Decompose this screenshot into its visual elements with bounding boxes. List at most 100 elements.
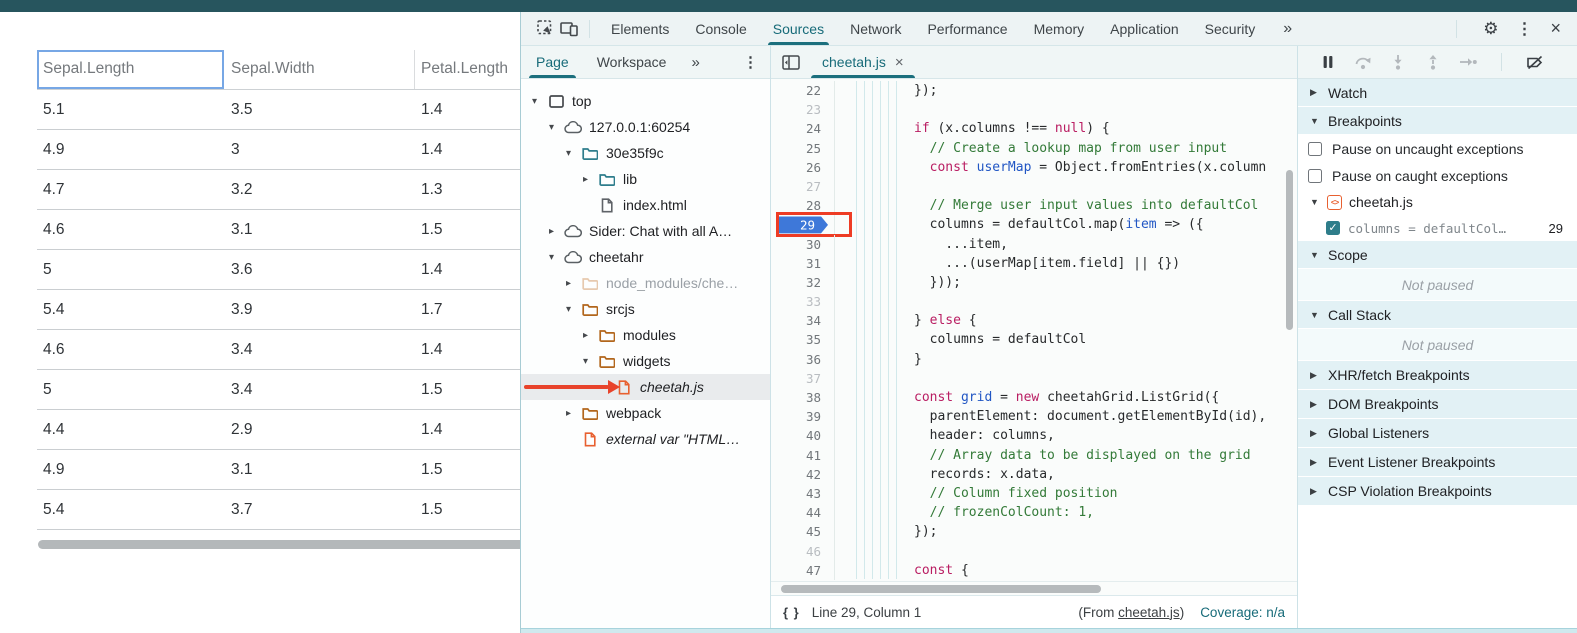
inspect-element-icon[interactable]: [533, 17, 557, 41]
tree-item-sider-chat-with-all-a[interactable]: ▸Sider: Chat with all A…: [521, 218, 770, 244]
pause-uncaught-row[interactable]: Pause on uncaught exceptions: [1298, 135, 1577, 162]
grid-cell[interactable]: 3.5: [225, 90, 415, 129]
step-icon[interactable]: [1458, 53, 1478, 71]
line-number[interactable]: 36: [771, 350, 835, 369]
line-number[interactable]: 46: [771, 542, 835, 561]
grid-cell[interactable]: 3.4: [225, 330, 415, 369]
checkbox-unchecked[interactable]: [1308, 142, 1322, 156]
tab-sources[interactable]: Sources: [760, 12, 837, 45]
execution-pointer-marker[interactable]: 29: [776, 216, 828, 233]
toggle-navigator-icon[interactable]: [779, 50, 803, 74]
expander-icon[interactable]: ▸: [580, 330, 591, 341]
step-into-icon[interactable]: [1388, 53, 1408, 71]
code-line-30[interactable]: 30 ...item,: [771, 235, 1297, 254]
grid-cell[interactable]: 5.4: [37, 290, 225, 329]
settings-gear-icon[interactable]: ⚙: [1483, 19, 1498, 39]
tree-item-127-0-0-1-60254[interactable]: ▾127.0.0.1:60254: [521, 114, 770, 140]
section-dom-breakpoints[interactable]: ▶DOM Breakpoints: [1298, 390, 1577, 419]
code-line-46[interactable]: 46: [771, 542, 1297, 561]
code-line-44[interactable]: 44 // frozenColCount: 1,: [771, 503, 1297, 522]
tree-item-top[interactable]: ▾top: [521, 88, 770, 114]
line-number[interactable]: 33: [771, 292, 835, 311]
line-number[interactable]: 29: [771, 215, 835, 234]
line-number[interactable]: 41: [771, 446, 835, 465]
code-line-32[interactable]: 32 }));: [771, 273, 1297, 292]
grid-cell[interactable]: 1.5: [415, 450, 520, 489]
grid-cell[interactable]: 1.3: [415, 170, 520, 209]
tab-performance[interactable]: Performance: [914, 12, 1020, 45]
tab-network[interactable]: Network: [837, 12, 914, 45]
step-over-icon[interactable]: [1353, 53, 1373, 71]
grid-cell[interactable]: 4.6: [37, 330, 225, 369]
code-line-42[interactable]: 42 records: x.data,: [771, 465, 1297, 484]
grid-header-sepal-length[interactable]: Sepal.Length: [37, 50, 225, 89]
grid-cell[interactable]: 1.5: [415, 210, 520, 249]
editor-horizontal-scrollbar[interactable]: [771, 581, 1297, 595]
code-line-25[interactable]: 25 // Create a lookup map from user inpu…: [771, 139, 1297, 158]
line-number[interactable]: 39: [771, 407, 835, 426]
breakpoint-entry[interactable]: ✓columns = defaultCol…29: [1298, 215, 1577, 241]
grid-cell[interactable]: 3.4: [225, 370, 415, 409]
breakpoint-file-group[interactable]: ▼<>cheetah.js: [1298, 189, 1577, 215]
tab-security[interactable]: Security: [1192, 12, 1269, 45]
grid-cell[interactable]: 5.4: [37, 490, 225, 529]
line-number[interactable]: 26: [771, 158, 835, 177]
grid-cell[interactable]: 5.1: [37, 90, 225, 129]
expander-icon[interactable]: ▾: [529, 96, 540, 107]
pause-caught-row[interactable]: Pause on caught exceptions: [1298, 162, 1577, 189]
line-number[interactable]: 27: [771, 177, 835, 196]
line-number[interactable]: 35: [771, 330, 835, 349]
line-number[interactable]: 44: [771, 503, 835, 522]
grid-cell[interactable]: 1.4: [415, 90, 520, 129]
scrollbar-thumb[interactable]: [781, 585, 1101, 593]
tree-item-modules[interactable]: ▸modules: [521, 322, 770, 348]
line-number[interactable]: 37: [771, 369, 835, 388]
line-number[interactable]: 38: [771, 388, 835, 407]
line-number[interactable]: 22: [771, 81, 835, 100]
tab-elements[interactable]: Elements: [598, 12, 682, 45]
tree-item-srcjs[interactable]: ▾srcjs: [521, 296, 770, 322]
close-tab-icon[interactable]: ×: [895, 54, 904, 71]
tree-item-external-var-html[interactable]: external var "HTML…: [521, 426, 770, 452]
tab-memory[interactable]: Memory: [1021, 12, 1098, 45]
grid-cell[interactable]: 4.7: [37, 170, 225, 209]
line-number[interactable]: 30: [771, 235, 835, 254]
expander-icon[interactable]: ▾: [563, 304, 574, 315]
code-line-22[interactable]: 22});: [771, 81, 1297, 100]
pause-script-icon[interactable]: [1318, 53, 1338, 71]
code-line-24[interactable]: 24if (x.columns !== null) {: [771, 119, 1297, 138]
grid-horizontal-scrollbar[interactable]: [38, 540, 520, 549]
tree-item-cheetahr[interactable]: ▾cheetahr: [521, 244, 770, 270]
line-number[interactable]: 31: [771, 254, 835, 273]
code-line-26[interactable]: 26 const userMap = Object.fromEntries(x.…: [771, 158, 1297, 177]
code-line-37[interactable]: 37: [771, 369, 1297, 388]
tree-item-index-html[interactable]: index.html: [521, 192, 770, 218]
line-number[interactable]: 40: [771, 426, 835, 445]
grid-cell[interactable]: 4.6: [37, 210, 225, 249]
step-out-icon[interactable]: [1423, 53, 1443, 71]
grid-cell[interactable]: 1.4: [415, 410, 520, 449]
expander-icon[interactable]: ▸: [546, 226, 557, 237]
grid-cell[interactable]: 2.9: [225, 410, 415, 449]
breakpoint-checkbox[interactable]: ✓: [1326, 221, 1340, 235]
checkbox-unchecked[interactable]: [1308, 169, 1322, 183]
line-number[interactable]: 34: [771, 311, 835, 330]
data-grid[interactable]: Sepal.LengthSepal.WidthPetal.Length5.13.…: [37, 50, 520, 530]
code-line-31[interactable]: 31 ...(userMap[item.field] || {}): [771, 254, 1297, 273]
line-number[interactable]: 47: [771, 561, 835, 580]
nav-tab-page[interactable]: Page: [533, 46, 572, 78]
grid-cell[interactable]: 3.6: [225, 250, 415, 289]
editor-vertical-scrollbar[interactable]: [1286, 170, 1293, 330]
section-scope[interactable]: ▼Scope: [1298, 241, 1577, 269]
section-breakpoints[interactable]: ▼Breakpoints: [1298, 107, 1577, 135]
line-number[interactable]: 25: [771, 139, 835, 158]
nav-tab-workspace[interactable]: Workspace: [594, 46, 670, 78]
code-line-27[interactable]: 27: [771, 177, 1297, 196]
code-line-38[interactable]: 38const grid = new cheetahGrid.ListGrid(…: [771, 388, 1297, 407]
tree-item-widgets[interactable]: ▾widgets: [521, 348, 770, 374]
section-call-stack[interactable]: ▼Call Stack: [1298, 301, 1577, 329]
grid-header-petal-length[interactable]: Petal.Length: [415, 50, 520, 89]
code-line-23[interactable]: 23: [771, 100, 1297, 119]
tree-item-cheetah-js[interactable]: cheetah.js: [521, 374, 770, 400]
grid-cell[interactable]: 5: [37, 370, 225, 409]
